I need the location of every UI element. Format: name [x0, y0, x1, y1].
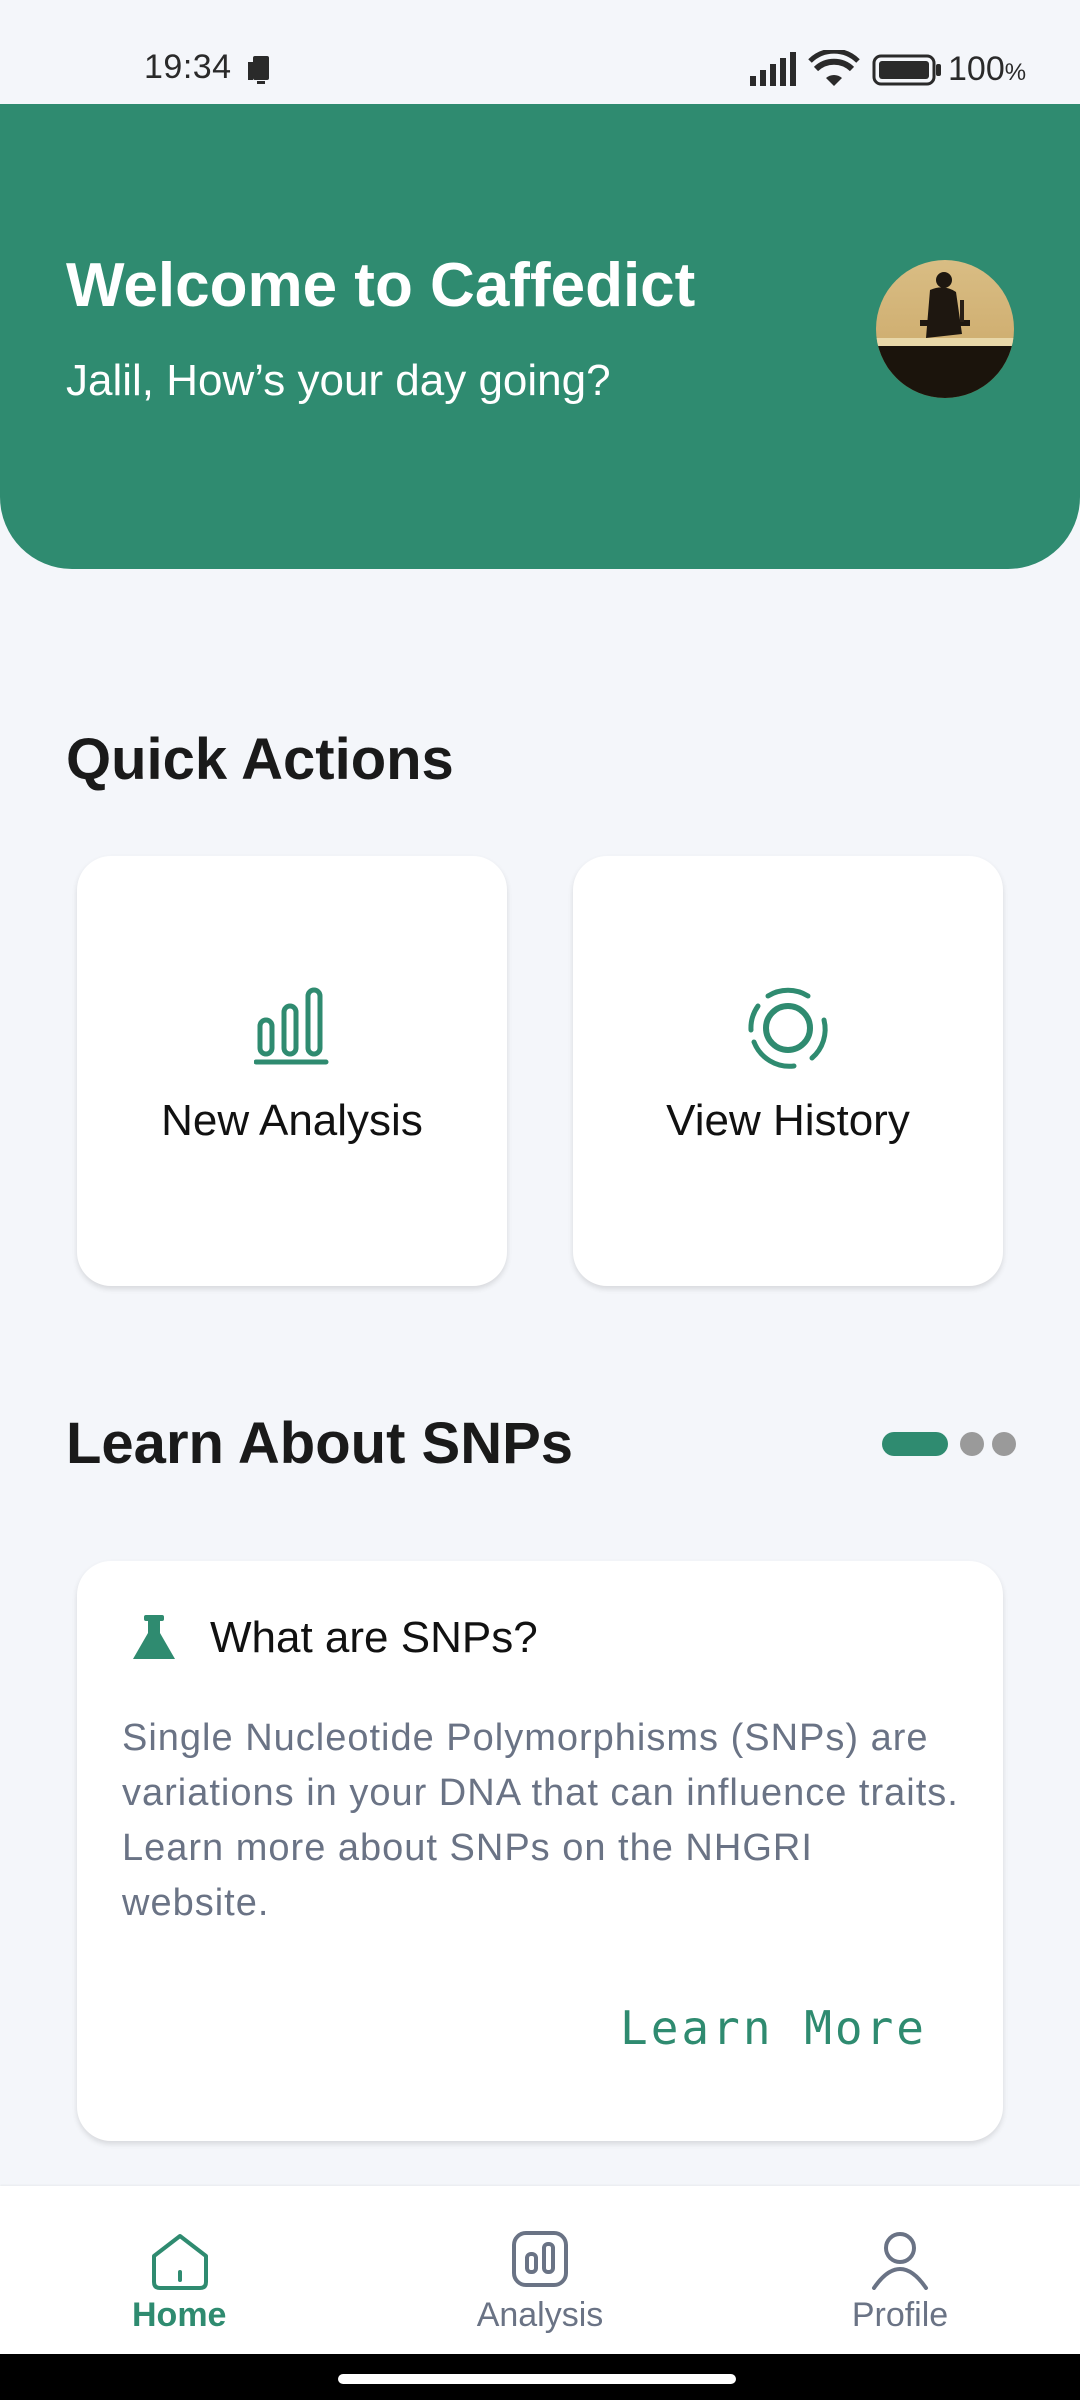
- history-ring-icon: [748, 987, 828, 1069]
- flask-icon: [133, 1615, 175, 1659]
- quick-actions-title: Quick Actions: [66, 727, 454, 792]
- bottom-nav: Home Analysis Profile: [0, 2186, 1080, 2354]
- wifi-icon: [808, 50, 860, 86]
- bar-chart-icon: [254, 987, 329, 1065]
- carousel-dot[interactable]: [960, 1432, 984, 1456]
- nav-profile-label: Profile: [851, 2296, 949, 2334]
- status-time: 19:34: [144, 48, 232, 86]
- avatar[interactable]: [876, 260, 1014, 398]
- home-icon: [152, 2234, 208, 2290]
- analysis-icon: [512, 2231, 568, 2287]
- signal-icon: [750, 52, 796, 86]
- home-gesture-bar[interactable]: [338, 2374, 736, 2384]
- view-history-button[interactable]: View History: [573, 856, 1003, 1286]
- nav-profile[interactable]: Profile: [720, 2186, 1080, 2354]
- sim-icon: [248, 56, 269, 84]
- snp-info-card: What are SNPs? Single Nucleotide Polymor…: [77, 1561, 1003, 2141]
- profile-icon: [872, 2232, 928, 2290]
- info-card-body: Single Nucleotide Polymorphisms (SNPs) a…: [122, 1717, 959, 1924]
- status-bar: 19:34 100%: [0, 0, 1080, 104]
- new-analysis-button[interactable]: New Analysis: [77, 856, 507, 1286]
- new-analysis-label: New Analysis: [161, 1096, 423, 1145]
- battery-icon: [872, 54, 941, 86]
- nav-analysis[interactable]: Analysis: [360, 2186, 720, 2354]
- carousel-dot-active[interactable]: [882, 1432, 948, 1456]
- nav-analysis-label: Analysis: [476, 2296, 604, 2334]
- page-title: Welcome to Caffedict: [66, 251, 696, 320]
- view-history-label: View History: [666, 1096, 910, 1145]
- welcome-header: Welcome to Caffedict Jalil, How’s your d…: [0, 104, 1080, 569]
- greeting-subtitle: Jalil, How’s your day going?: [66, 356, 611, 405]
- learn-more-link[interactable]: Learn More: [620, 2001, 927, 2055]
- gesture-area: [0, 2354, 1080, 2400]
- nav-home[interactable]: Home: [0, 2186, 360, 2354]
- battery-level: 100%: [948, 50, 1027, 88]
- nav-home-label: Home: [132, 2296, 227, 2334]
- learn-snps-title: Learn About SNPs: [66, 1411, 574, 1476]
- info-card-title: What are SNPs?: [210, 1613, 538, 1662]
- carousel-dot[interactable]: [992, 1432, 1016, 1456]
